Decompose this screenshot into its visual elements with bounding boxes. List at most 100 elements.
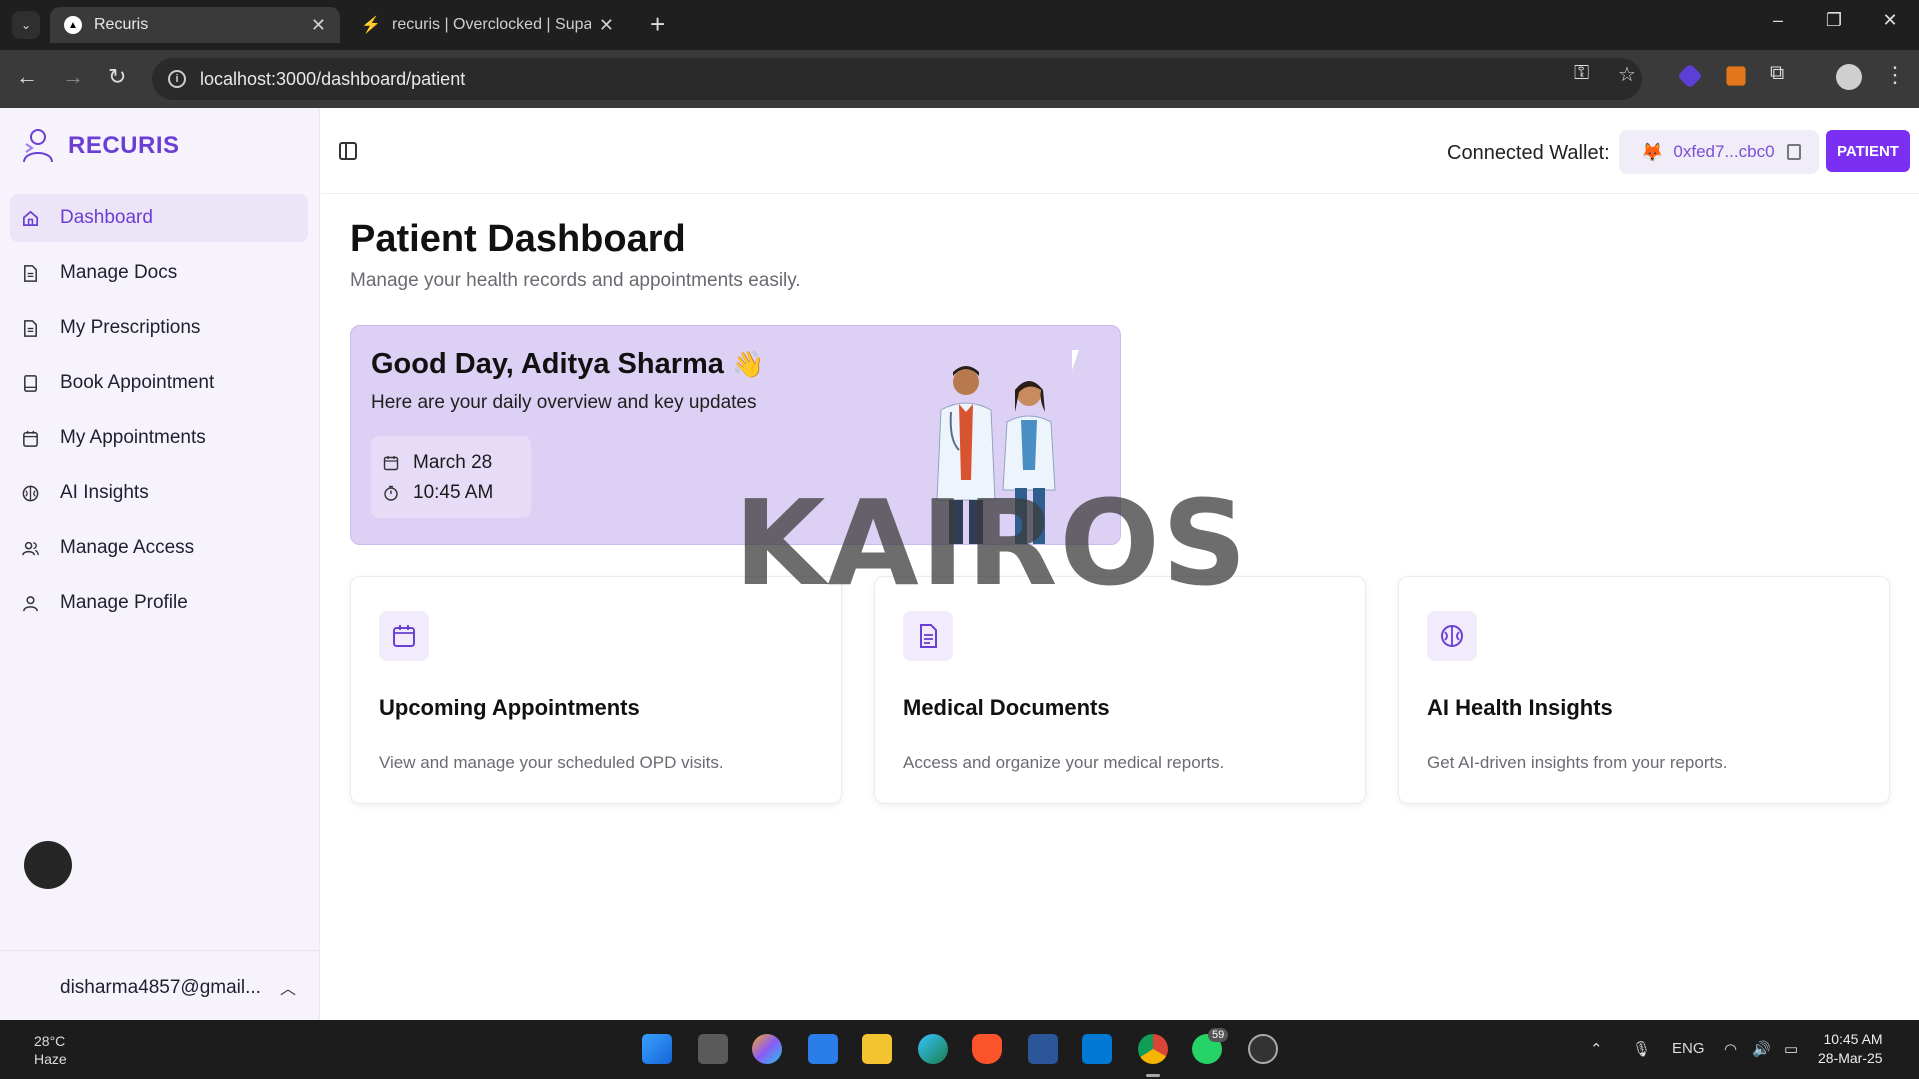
sidebar-item-dashboard[interactable]: Dashboard — [10, 194, 308, 242]
profile-avatar-icon[interactable] — [1836, 64, 1862, 90]
current-time: 10:45 AM — [413, 482, 494, 503]
metamask-extension-icon[interactable] — [1726, 66, 1746, 86]
role-badge-button[interactable]: PATIENT — [1826, 130, 1910, 172]
document-icon — [20, 263, 40, 283]
wallet-address: 0xfed7...cbc0 — [1673, 142, 1775, 161]
microphone-icon[interactable]: 🎙 — [1632, 1040, 1651, 1058]
sidebar-item-ai-insights[interactable]: AI Insights — [10, 469, 308, 517]
calendar-icon — [379, 611, 429, 661]
brain-icon — [20, 483, 40, 503]
weather-temp: 28°C — [34, 1033, 66, 1049]
sidebar-item-my-prescriptions[interactable]: My Prescriptions — [10, 304, 308, 352]
book-icon — [20, 373, 40, 393]
card-description: Get AI-driven insights from your reports… — [1427, 753, 1728, 772]
sidebar-item-label: Manage Profile — [60, 592, 188, 613]
wallet-address-chip[interactable]: 🦊 0xfed7...cbc0 — [1619, 130, 1819, 174]
greeting-heading: Good Day, Aditya Sharma 👋 — [371, 348, 764, 381]
waving-hand-icon: 👋 — [731, 349, 765, 379]
microsoft-store-icon[interactable] — [808, 1034, 838, 1064]
card-title: Upcoming Appointments — [379, 695, 640, 720]
edge-browser-icon[interactable] — [918, 1034, 948, 1064]
sidebar-item-manage-docs[interactable]: Manage Docs — [10, 249, 308, 297]
greeting-user-name: Aditya Sharma — [520, 348, 724, 380]
calendar-icon — [383, 455, 399, 471]
chrome-icon[interactable] — [1138, 1034, 1168, 1064]
calendar-icon — [20, 428, 40, 448]
clock-time: 10:45 AM — [1823, 1031, 1883, 1047]
user-icon — [20, 593, 40, 613]
greeting-prefix: Good Day, — [371, 348, 521, 380]
back-icon[interactable]: ← — [16, 64, 38, 90]
current-date: March 28 — [413, 452, 493, 473]
restore-icon[interactable]: ❐ — [1814, 10, 1854, 31]
copilot-icon[interactable] — [752, 1034, 782, 1064]
timer-icon — [383, 485, 399, 501]
brand[interactable]: RECURIS — [18, 128, 180, 164]
wifi-icon[interactable]: ◠ — [1724, 1040, 1737, 1058]
sidebar-toggle-icon[interactable] — [339, 142, 357, 160]
ai-health-insights-card[interactable]: AI Health Insights Get AI-driven insight… — [1398, 576, 1890, 804]
password-key-icon[interactable]: ⚿ — [1574, 62, 1589, 85]
language-indicator[interactable]: ENG — [1672, 1040, 1705, 1057]
sidebar-item-my-appointments[interactable]: My Appointments — [10, 414, 308, 462]
close-tab-icon[interactable]: ✕ — [311, 15, 326, 36]
page-subtitle: Manage your health records and appointme… — [350, 270, 801, 291]
browser-tab-recuris[interactable]: ▲ Recuris ✕ — [50, 7, 340, 43]
copy-icon[interactable] — [1786, 144, 1801, 160]
bookmark-star-icon[interactable]: ☆ — [1618, 62, 1636, 87]
browser-tab-supabase[interactable]: ⚡ recuris | Overclocked | Supabase ✕ — [348, 7, 628, 43]
sidebar-item-manage-access[interactable]: Manage Access — [10, 524, 308, 572]
card-description: View and manage your scheduled OPD visit… — [379, 753, 724, 772]
word-icon[interactable] — [1028, 1034, 1058, 1064]
battery-icon[interactable]: ▭ — [1784, 1040, 1798, 1058]
extension-icon[interactable] — [1677, 63, 1703, 89]
chevron-up-icon[interactable]: ⌃ — [1590, 1040, 1603, 1058]
card-title: AI Health Insights — [1427, 695, 1613, 720]
metamask-fox-icon: 🦊 — [1641, 141, 1664, 162]
sidebar-item-label: Manage Docs — [60, 262, 178, 283]
clock-date: 28-Mar-25 — [1818, 1050, 1883, 1066]
close-window-icon[interactable]: ✕ — [1870, 10, 1910, 31]
volume-icon[interactable]: 🔊 — [1752, 1040, 1771, 1058]
document-icon — [903, 611, 953, 661]
chevron-up-icon: ︿ — [280, 981, 297, 998]
file-explorer-icon[interactable] — [862, 1034, 892, 1064]
reload-icon[interactable]: ↻ — [108, 64, 126, 90]
card-description: Access and organize your medical reports… — [903, 753, 1225, 772]
site-info-icon[interactable]: i — [168, 70, 186, 88]
page-title: Patient Dashboard — [350, 218, 686, 260]
address-bar[interactable]: i localhost:3000/dashboard/patient — [152, 58, 1642, 100]
browser-toolbar: ← → ↻ i localhost:3000/dashboard/patient… — [0, 50, 1919, 108]
system-clock[interactable]: 10:45 AM 28-Mar-25 — [1818, 1030, 1883, 1068]
tab-title: Recuris — [94, 16, 149, 33]
task-view-icon[interactable] — [698, 1034, 728, 1064]
minimize-icon[interactable]: – — [1758, 10, 1798, 31]
sidebar-item-label: My Prescriptions — [60, 317, 201, 338]
card-title: Medical Documents — [903, 695, 1110, 720]
vscode-icon[interactable] — [1082, 1034, 1112, 1064]
windows-start-icon[interactable] — [642, 1034, 672, 1064]
new-tab-icon[interactable]: + — [650, 10, 665, 38]
watermark-text: KAIROS — [734, 474, 1249, 612]
avatar[interactable] — [24, 841, 72, 889]
close-tab-icon[interactable]: ✕ — [599, 15, 614, 36]
weather-widget[interactable]: 28°C Haze — [34, 1032, 67, 1068]
user-menu-trigger[interactable]: disharma4857@gmail... ︿ — [0, 950, 320, 1020]
user-email: disharma4857@gmail... — [60, 977, 261, 998]
extensions-puzzle-icon[interactable]: ⧉ — [1770, 62, 1784, 85]
tab-search-dropdown[interactable]: ⌄ — [12, 11, 40, 39]
browser-tab-bar: ⌄ ▲ Recuris ✕ ⚡ recuris | Overclocked | … — [0, 0, 1919, 50]
sidebar-item-label: Manage Access — [60, 537, 195, 558]
os-taskbar: 28°C Haze 59 ⌃ 🎙 ENG ◠ 🔊 ▭ 10:45 AM 28-M… — [0, 1020, 1919, 1079]
brain-icon — [1427, 611, 1477, 661]
sidebar-item-manage-profile[interactable]: Manage Profile — [10, 579, 308, 627]
sidebar-menu: Dashboard Manage Docs My Prescriptions B… — [10, 194, 308, 634]
brave-browser-icon[interactable] — [972, 1034, 1002, 1064]
greeting-subtitle: Here are your daily overview and key upd… — [371, 392, 757, 413]
settings-gear-icon[interactable] — [1248, 1034, 1278, 1064]
sidebar-item-label: AI Insights — [60, 482, 149, 503]
sidebar-item-book-appointment[interactable]: Book Appointment — [10, 359, 308, 407]
sidebar-item-label: Book Appointment — [60, 372, 215, 393]
browser-menu-icon[interactable]: ⋮ — [1884, 62, 1906, 88]
forward-icon[interactable]: → — [62, 64, 84, 90]
